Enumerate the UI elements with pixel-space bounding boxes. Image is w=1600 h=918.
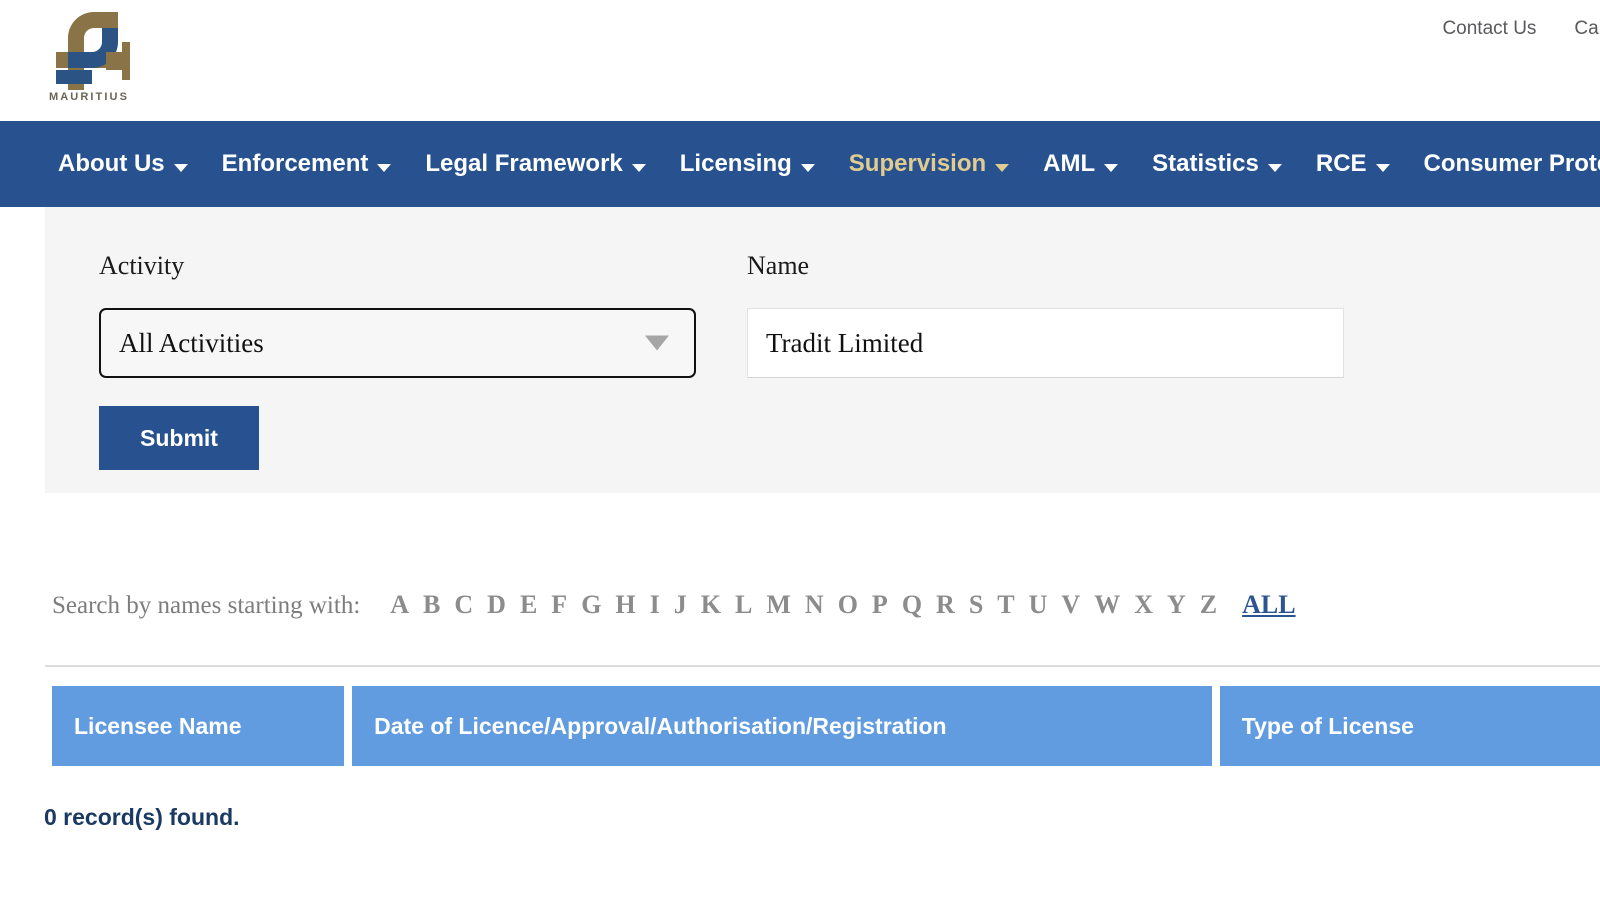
name-input[interactable] (747, 308, 1344, 378)
alphabet-letter-k[interactable]: K (694, 590, 728, 620)
nav-label: About Us (58, 150, 165, 177)
results-table-header: Licensee Name Date of Licence/Approval/A… (52, 686, 1600, 766)
alphabet-letter-l[interactable]: L (728, 590, 759, 620)
alphabet-letter-q[interactable]: Q (895, 590, 929, 620)
alphabet-letter-b[interactable]: B (416, 590, 447, 620)
chevron-down-icon (800, 163, 815, 172)
alphabet-letter-x[interactable]: X (1127, 590, 1160, 620)
name-label: Name (747, 251, 810, 280)
alphabet-letter-list: ABCDEFGHIJKLMNOPQRSTUVWXYZ (383, 590, 1224, 620)
chevron-down-icon (173, 163, 188, 172)
nav-label: Licensing (679, 150, 792, 177)
nav-item-statistics[interactable]: Statistics (1152, 150, 1282, 178)
alphabet-letter-e[interactable]: E (513, 590, 544, 620)
chevron-down-icon (1267, 163, 1282, 172)
alphabet-caption: Search by names starting with: (52, 592, 361, 619)
alphabet-letter-a[interactable]: A (383, 590, 416, 620)
chevron-down-icon (1375, 163, 1390, 172)
logo-wordmark: MAURITIUS (49, 91, 130, 103)
alphabet-letter-c[interactable]: C (447, 590, 480, 620)
logo[interactable]: MAURITIUS (48, 4, 130, 112)
filter-fields-row: Activity All Activities Name (45, 251, 1600, 378)
search-filter-panel: Activity All Activities Name Submit (45, 207, 1600, 493)
activity-select[interactable]: All Activities (99, 308, 696, 378)
chevron-down-icon (377, 163, 392, 172)
chevron-down-icon (1104, 163, 1119, 172)
section-divider (45, 665, 1600, 667)
alphabet-letter-i[interactable]: I (643, 590, 667, 620)
alphabet-letter-p[interactable]: P (865, 590, 895, 620)
chevron-down-icon (631, 163, 646, 172)
alphabet-filter: Search by names starting with: ABCDEFGHI… (52, 590, 1600, 620)
site-header: MAURITIUS Contact Us Careers (0, 0, 1600, 121)
main-navigation: About Us Enforcement Legal Framework Lic… (0, 121, 1600, 207)
nav-item-consumer-protection[interactable]: Consumer Protection (1424, 150, 1600, 178)
activity-field-group: Activity All Activities (99, 251, 747, 378)
nav-item-aml[interactable]: AML (1043, 150, 1119, 178)
alphabet-letter-z[interactable]: Z (1193, 590, 1224, 620)
alphabet-letter-t[interactable]: T (990, 590, 1021, 620)
alphabet-letter-w[interactable]: W (1087, 590, 1127, 620)
alphabet-letter-n[interactable]: N (798, 590, 831, 620)
nav-label: AML (1043, 150, 1096, 177)
alphabet-letter-y[interactable]: Y (1160, 590, 1193, 620)
alphabet-all-link[interactable]: ALL (1242, 590, 1295, 620)
nav-label: Legal Framework (425, 150, 623, 177)
alphabet-letter-g[interactable]: G (574, 590, 608, 620)
nav-item-about-us[interactable]: About Us (58, 150, 188, 178)
column-header-licensee-name[interactable]: Licensee Name (52, 686, 345, 766)
nav-item-legal-framework[interactable]: Legal Framework (425, 150, 646, 178)
nav-label: Supervision (848, 150, 987, 177)
alphabet-letter-d[interactable]: D (480, 590, 513, 620)
column-header-type-of-license[interactable]: Type of License (1219, 686, 1600, 766)
alphabet-letter-h[interactable]: H (608, 590, 642, 620)
alphabet-letter-o[interactable]: O (831, 590, 865, 620)
alphabet-letter-v[interactable]: V (1054, 590, 1087, 620)
utility-link-contact-us[interactable]: Contact Us (1442, 18, 1536, 40)
nav-label: Statistics (1152, 150, 1259, 177)
nav-item-enforcement[interactable]: Enforcement (222, 150, 392, 178)
nav-item-licensing[interactable]: Licensing (680, 150, 815, 178)
nav-item-supervision[interactable]: Supervision (848, 150, 1010, 178)
alphabet-letter-j[interactable]: J (667, 590, 694, 620)
nav-label: Enforcement (221, 150, 369, 177)
utility-link-careers[interactable]: Careers (1574, 18, 1600, 40)
nav-item-rce[interactable]: RCE (1316, 150, 1390, 178)
alphabet-letter-s[interactable]: S (962, 590, 990, 620)
record-count: 0 record(s) found. (44, 804, 240, 830)
chevron-down-icon (995, 163, 1010, 172)
alphabet-letter-m[interactable]: M (759, 590, 798, 620)
alphabet-letter-r[interactable]: R (929, 590, 962, 620)
utility-nav: Contact Us Careers (1442, 18, 1600, 40)
column-header-date-of-licence[interactable]: Date of Licence/Approval/Authorisation/R… (352, 686, 1212, 766)
nav-label: Consumer Protection (1423, 150, 1600, 177)
activity-label: Activity (99, 251, 185, 280)
alphabet-letter-u[interactable]: U (1022, 590, 1055, 620)
name-field-group: Name (747, 251, 1347, 378)
alphabet-letter-f[interactable]: F (544, 590, 574, 620)
fsc-logo-icon (56, 12, 130, 90)
chevron-down-icon (645, 335, 669, 351)
activity-select-value: All Activities (119, 327, 264, 358)
submit-button[interactable]: Submit (99, 406, 259, 470)
nav-label: RCE (1315, 150, 1367, 177)
